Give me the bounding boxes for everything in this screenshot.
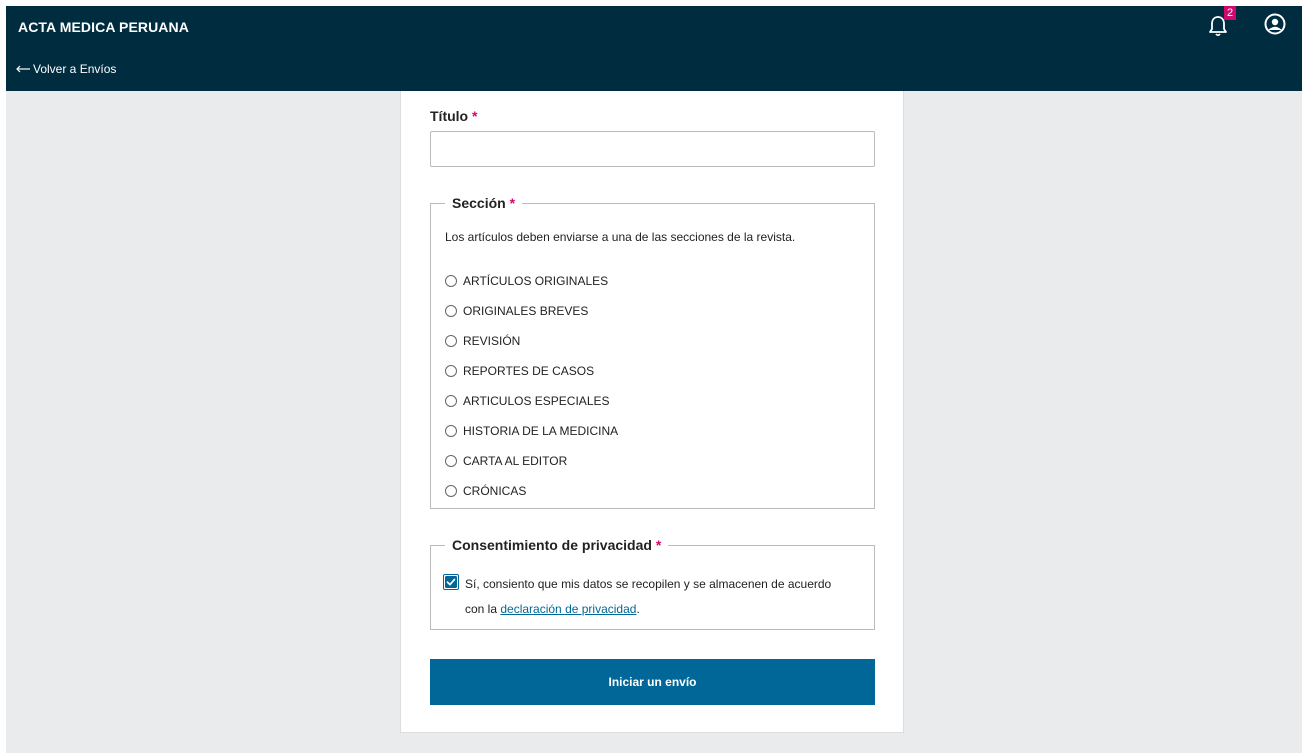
privacy-consent-checkbox[interactable] bbox=[443, 574, 459, 590]
section-option-carta-al-editor[interactable]: CARTA AL EDITOR bbox=[445, 446, 618, 476]
privacy-consent-text: Sí, consiento que mis datos se recopilen… bbox=[465, 572, 850, 622]
notification-badge: 2 bbox=[1224, 6, 1236, 20]
app-title: ACTA MEDICA PERUANA bbox=[18, 19, 189, 35]
title-label: Título * bbox=[430, 108, 477, 124]
required-asterisk: * bbox=[655, 537, 662, 553]
section-option-label: REPORTES DE CASOS bbox=[463, 364, 595, 378]
start-submission-button[interactable]: Iniciar un envío bbox=[430, 659, 875, 705]
section-option-originales-breves[interactable]: ORIGINALES BREVES bbox=[445, 296, 618, 326]
section-option-label: REVISIÓN bbox=[463, 334, 521, 348]
required-asterisk: * bbox=[509, 195, 516, 211]
title-label-text: Título bbox=[430, 108, 469, 124]
section-option-historia-de-la-medicina[interactable]: HISTORIA DE LA MEDICINA bbox=[445, 416, 618, 446]
title-input[interactable] bbox=[430, 131, 875, 167]
section-legend: Sección * bbox=[445, 194, 523, 212]
page: ACTA MEDICA PERUANA Volver a Envíos 2 Tí… bbox=[0, 0, 1302, 753]
section-option-label: ARTICULOS ESPECIALES bbox=[463, 394, 610, 408]
privacy-legend: Consentimiento de privacidad * bbox=[445, 536, 669, 554]
radio-button[interactable] bbox=[445, 305, 457, 317]
privacy-fieldset: Consentimiento de privacidad * Sí, consi… bbox=[430, 536, 875, 630]
radio-button[interactable] bbox=[445, 425, 457, 437]
radio-button[interactable] bbox=[445, 485, 457, 497]
radio-button[interactable] bbox=[445, 335, 457, 347]
back-link-label: Volver a Envíos bbox=[33, 62, 117, 76]
privacy-legend-text: Consentimiento de privacidad bbox=[452, 537, 652, 553]
check-icon bbox=[445, 576, 457, 588]
radio-button[interactable] bbox=[445, 275, 457, 287]
section-option-label: HISTORIA DE LA MEDICINA bbox=[463, 424, 619, 438]
section-legend-text: Sección bbox=[452, 195, 506, 211]
section-option-articulos-especiales[interactable]: ARTICULOS ESPECIALES bbox=[445, 386, 618, 416]
section-option-label: ORIGINALES BREVES bbox=[463, 304, 589, 318]
section-option-reportes-de-casos[interactable]: REPORTES DE CASOS bbox=[445, 356, 618, 386]
radio-button[interactable] bbox=[445, 365, 457, 377]
radio-button[interactable] bbox=[445, 455, 457, 467]
radio-button[interactable] bbox=[445, 395, 457, 407]
section-option-label: CRÓNICAS bbox=[463, 484, 527, 498]
section-description: Los artículos deben enviarse a una de la… bbox=[445, 230, 796, 244]
arrow-left-icon bbox=[16, 65, 30, 73]
section-fieldset: Sección * Los artículos deben enviarse a… bbox=[430, 194, 875, 509]
section-option-cronicas[interactable]: CRÓNICAS bbox=[445, 476, 618, 506]
back-to-submissions-link[interactable]: Volver a Envíos bbox=[16, 62, 116, 76]
privacy-statement-link[interactable]: declaración de privacidad bbox=[500, 602, 636, 616]
consent-text-after: . bbox=[636, 602, 640, 616]
section-radio-list: ARTÍCULOS ORIGINALES ORIGINALES BREVES R… bbox=[445, 266, 618, 506]
section-option-label: ARTÍCULOS ORIGINALES bbox=[463, 274, 609, 288]
user-circle-icon[interactable] bbox=[1264, 13, 1286, 35]
privacy-consent-row: Sí, consiento que mis datos se recopilen… bbox=[443, 572, 850, 622]
section-option-label: CARTA AL EDITOR bbox=[463, 454, 568, 468]
app-header: ACTA MEDICA PERUANA Volver a Envíos bbox=[6, 6, 1302, 91]
section-option-revision[interactable]: REVISIÓN bbox=[445, 326, 618, 356]
section-option-articulos-originales[interactable]: ARTÍCULOS ORIGINALES bbox=[445, 266, 618, 296]
required-asterisk: * bbox=[472, 108, 478, 124]
